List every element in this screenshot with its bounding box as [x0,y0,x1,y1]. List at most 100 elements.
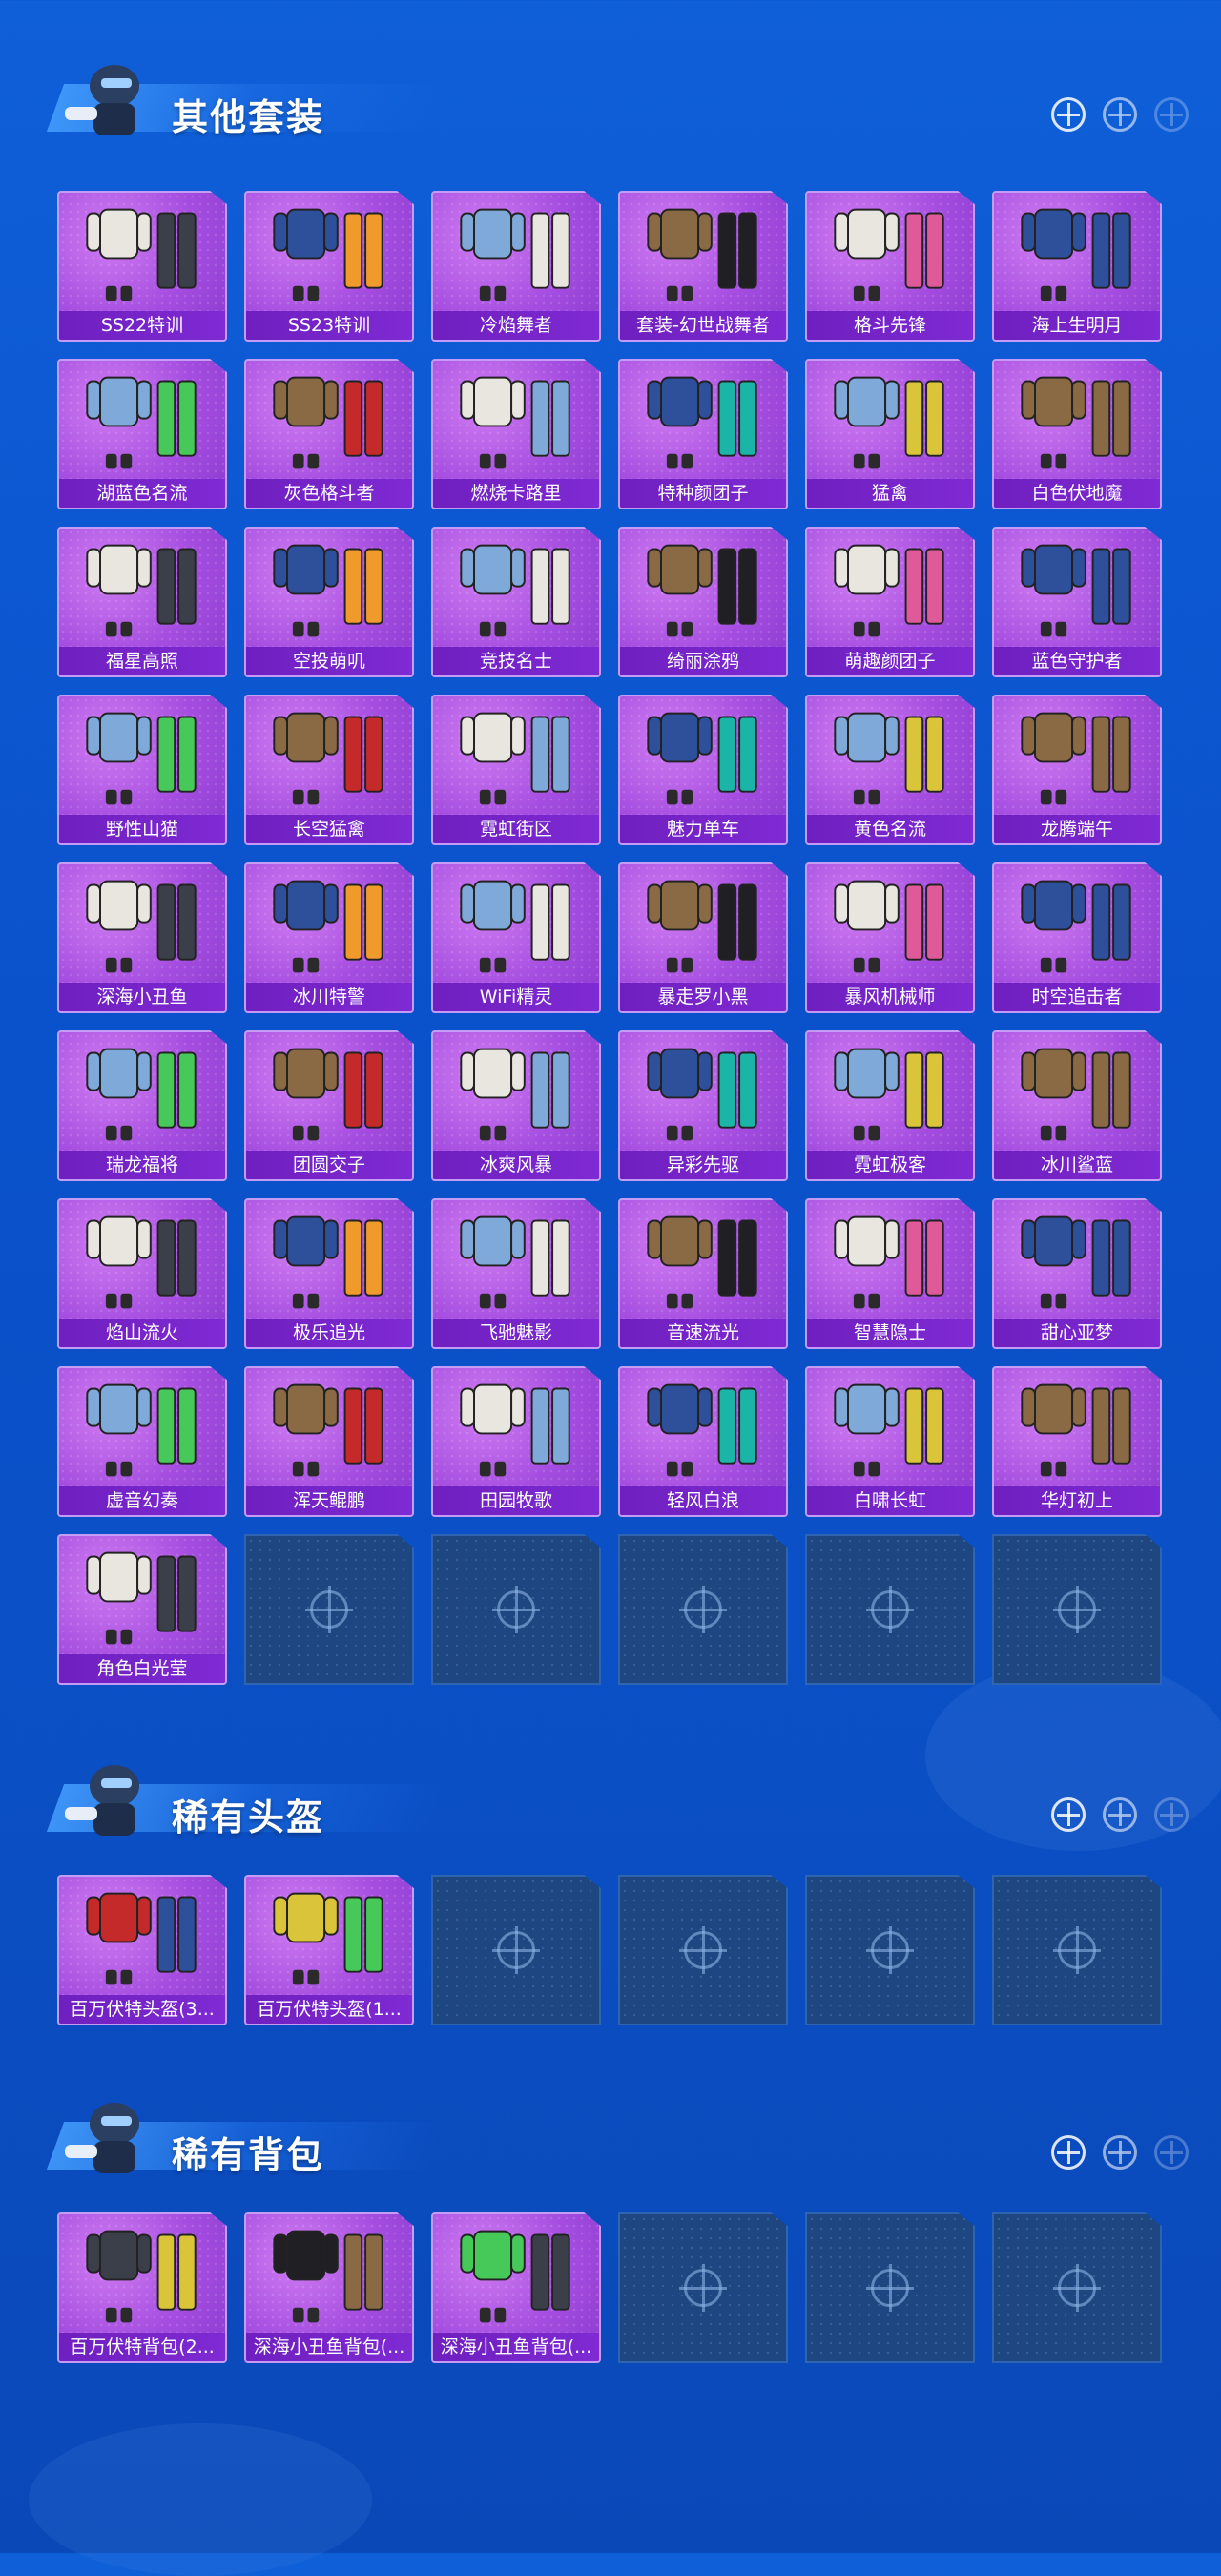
item-card[interactable]: 百万伏特头盔(1... [244,1875,414,2025]
crosshair-icon [866,1586,914,1633]
item-label: 套装-幻世战舞者 [620,311,786,340]
item-image [86,712,197,805]
item-image [834,1215,944,1309]
item-card[interactable]: 竞技名士 [431,527,601,677]
item-card[interactable]: 灰色格斗者 [244,359,414,509]
item-label: 空投萌叽 [246,647,412,675]
item-card[interactable]: 魅力单车 [618,695,788,845]
item-card[interactable]: 格斗先锋 [805,191,975,342]
item-image [460,1048,570,1141]
item-card[interactable]: 深海小丑鱼背包(... [244,2212,414,2363]
crosshair-icon [1051,97,1086,132]
item-card[interactable]: 冷焰舞者 [431,191,601,342]
item-card[interactable]: 特种颜团子 [618,359,788,509]
mascot-icon [65,2103,139,2173]
item-card[interactable]: 华灯初上 [992,1366,1162,1517]
item-image [86,208,197,301]
item-card[interactable]: SS23特训 [244,191,414,342]
item-card[interactable]: 空投萌叽 [244,527,414,677]
item-card[interactable]: 田园牧歌 [431,1366,601,1517]
item-label: 绮丽涂鸦 [620,647,786,675]
item-card[interactable]: 轻风白浪 [618,1366,788,1517]
item-label: 百万伏特头盔(1... [246,1995,412,2024]
item-card[interactable]: 霓虹街区 [431,695,601,845]
item-card[interactable]: 白色伏地魔 [992,359,1162,509]
item-label: 音速流光 [620,1319,786,1347]
item-card[interactable]: 燃烧卡路里 [431,359,601,509]
item-card[interactable]: 冰川特警 [244,862,414,1013]
item-label: 智慧隐士 [807,1319,973,1347]
empty-slot [805,2212,975,2363]
item-image [1021,376,1131,469]
item-card[interactable]: 绮丽涂鸦 [618,527,788,677]
item-card[interactable]: 极乐追光 [244,1198,414,1349]
empty-slot [431,1534,601,1685]
item-image [647,1048,757,1141]
empty-slot [618,2212,788,2363]
item-label: 异彩先驱 [620,1151,786,1179]
item-image [86,1048,197,1141]
item-image [460,880,570,973]
item-card[interactable]: 湖蓝色名流 [57,359,227,509]
item-card[interactable]: 音速流光 [618,1198,788,1349]
item-card[interactable]: 智慧隐士 [805,1198,975,1349]
item-label: WiFi精灵 [433,983,599,1011]
item-label: 瑞龙福将 [59,1151,225,1179]
item-card[interactable]: 百万伏特背包(2... [57,2212,227,2363]
item-card[interactable]: SS22特训 [57,191,227,342]
item-card[interactable]: 异彩先驱 [618,1030,788,1181]
item-card[interactable]: 野性山猫 [57,695,227,845]
item-card[interactable]: 长空猛禽 [244,695,414,845]
item-card[interactable]: 海上生明月 [992,191,1162,342]
item-label: 深海小丑鱼背包(... [246,2333,412,2361]
item-card[interactable]: 深海小丑鱼背包(... [431,2212,601,2363]
item-label: 焰山流火 [59,1319,225,1347]
item-card[interactable]: 时空追击者 [992,862,1162,1013]
item-image [273,712,383,805]
item-image [460,544,570,637]
item-card[interactable]: 甜心亚梦 [992,1198,1162,1349]
item-label: 百万伏特头盔(3... [59,1995,225,2024]
item-label: 格斗先锋 [807,311,973,340]
item-card[interactable]: 冰爽风暴 [431,1030,601,1181]
item-label: 百万伏特背包(2... [59,2333,225,2361]
item-card[interactable]: 团圆交子 [244,1030,414,1181]
section-header: 其他套装 [27,48,446,143]
item-label: 白啸长虹 [807,1486,973,1515]
item-card[interactable]: 套装-幻世战舞者 [618,191,788,342]
crosshair-icon [492,1926,540,1974]
item-image [834,1383,944,1477]
item-card[interactable]: 暴风机械师 [805,862,975,1013]
item-card[interactable]: 角色白光莹 [57,1534,227,1685]
item-card[interactable]: 瑞龙福将 [57,1030,227,1181]
item-card[interactable]: 福星高照 [57,527,227,677]
item-card[interactable]: 蓝色守护者 [992,527,1162,677]
item-image [1021,712,1131,805]
item-label: 灰色格斗者 [246,479,412,508]
item-card[interactable]: 霓虹极客 [805,1030,975,1181]
empty-slot [618,1875,788,2025]
item-card[interactable]: 白啸长虹 [805,1366,975,1517]
item-card[interactable]: 冰川鲨蓝 [992,1030,1162,1181]
item-card[interactable]: WiFi精灵 [431,862,601,1013]
crosshair-icon [1051,1797,1086,1832]
item-card[interactable]: 浑天鲲鹏 [244,1366,414,1517]
item-grid: SS22特训 SS23特训 冷焰舞者 套装-幻世战舞者 格斗先锋 海上生明月湖蓝色名流 灰色… [57,191,1162,1685]
item-label: 团圆交子 [246,1151,412,1179]
item-card[interactable]: 深海小丑鱼 [57,862,227,1013]
item-card[interactable]: 龙腾端午 [992,695,1162,845]
item-card[interactable]: 飞驰魅影 [431,1198,601,1349]
item-card[interactable]: 焰山流火 [57,1198,227,1349]
item-label: 暴走罗小黑 [620,983,786,1011]
item-card[interactable]: 猛禽 [805,359,975,509]
mascot-icon [65,65,139,135]
item-card[interactable]: 虚音幻奏 [57,1366,227,1517]
item-card[interactable]: 萌趣颜团子 [805,527,975,677]
item-image [460,376,570,469]
empty-slot [992,1534,1162,1685]
item-card[interactable]: 百万伏特头盔(3... [57,1875,227,2025]
item-card[interactable]: 黄色名流 [805,695,975,845]
item-label: 暴风机械师 [807,983,973,1011]
crosshair-icon [1053,2264,1101,2312]
item-card[interactable]: 暴走罗小黑 [618,862,788,1013]
